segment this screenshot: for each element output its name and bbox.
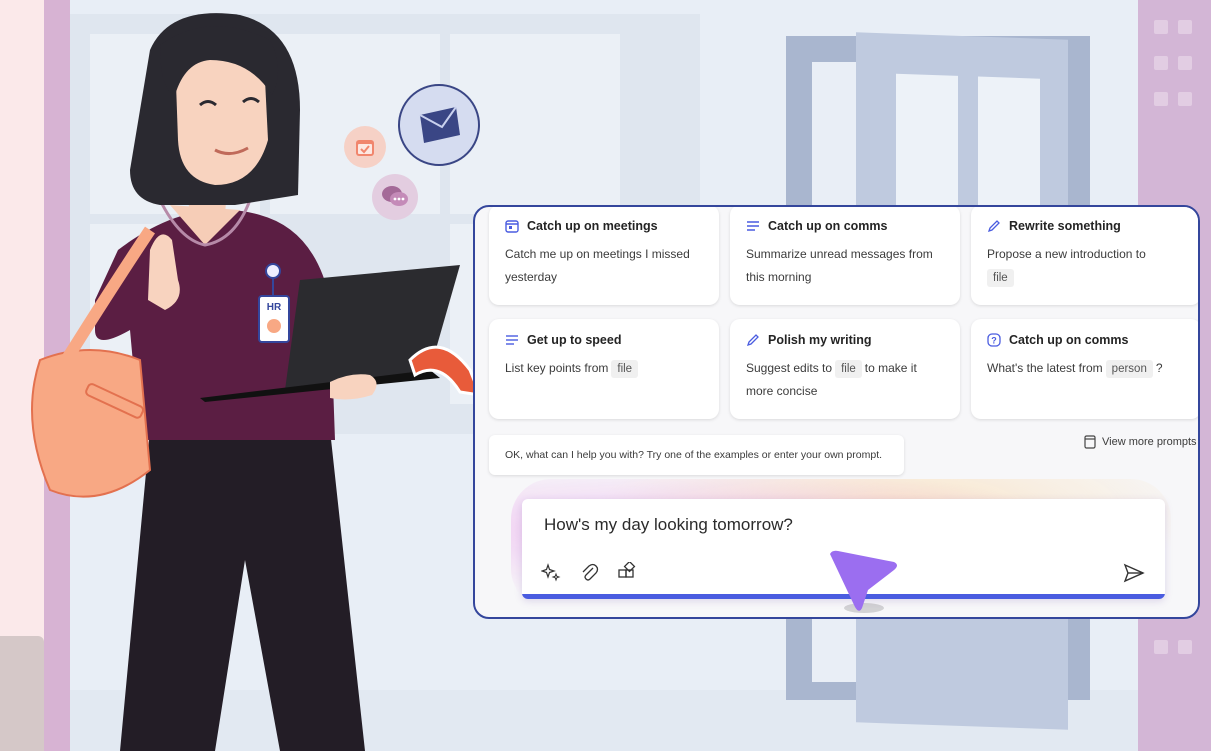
file-chip[interactable]: file: [835, 360, 862, 378]
svg-text:?: ?: [991, 336, 997, 346]
prompt-card-catch-up-meetings[interactable]: Catch up on meetings Catch me up on meet…: [489, 207, 719, 305]
card-title: Catch up on comms: [768, 219, 888, 233]
card-body: List key points from: [505, 361, 609, 375]
card-body: Propose a new introduction to: [987, 247, 1146, 261]
prompt-card-rewrite-something[interactable]: Rewrite something Propose a new introduc…: [971, 207, 1198, 305]
apps-grid-icon[interactable]: [616, 561, 638, 583]
person-chip[interactable]: person: [1105, 360, 1153, 378]
pencil-icon: [987, 220, 1000, 233]
pencil-icon: [746, 334, 759, 347]
card-title: Get up to speed: [527, 333, 622, 347]
card-body-suffix: ?: [1155, 361, 1163, 375]
file-chip[interactable]: file: [987, 269, 1014, 287]
lines-icon: [747, 221, 759, 231]
sparkle-icon[interactable]: [540, 561, 562, 583]
calendar-icon: [505, 220, 519, 233]
prompt-card-catch-up-comms[interactable]: Catch up on comms Summarize unread messa…: [730, 207, 960, 305]
prompt-card-polish-writing[interactable]: Polish my writing Suggest edits to file to…: [730, 319, 960, 419]
card-title: Polish my writing: [768, 333, 872, 347]
chat-app-icon: [372, 174, 418, 220]
prompt-card-catch-up-comms-person[interactable]: ? Catch up on comms What's the latest fr…: [971, 319, 1198, 419]
view-more-label: View more prompts: [1102, 436, 1197, 448]
card-title: Catch up on meetings: [527, 219, 658, 233]
send-icon[interactable]: [1123, 563, 1145, 588]
card-title: Rewrite something: [1009, 219, 1121, 233]
view-more-prompts-link[interactable]: View more prompts: [1084, 435, 1197, 449]
attach-icon[interactable]: [578, 561, 600, 583]
badge-label: HR: [267, 302, 282, 313]
prompt-input-text[interactable]: How's my day looking tomorrow?: [544, 515, 793, 535]
lines-icon: [506, 335, 518, 345]
mouse-pointer-icon: [830, 550, 897, 613]
card-body: Catch me up on meetings I missed yesterd…: [505, 247, 690, 284]
mail-app-icon: [398, 84, 480, 166]
prompt-card-get-up-to-speed[interactable]: Get up to speed List key points from file: [489, 319, 719, 419]
card-body: What's the latest from: [987, 361, 1103, 375]
file-chip[interactable]: file: [611, 360, 639, 378]
card-body: Suggest edits to: [746, 361, 833, 375]
assistant-hint-message: OK, what can I help you with? Try one of…: [489, 435, 904, 475]
question-icon: ?: [987, 333, 1001, 347]
card-title: Catch up on comms: [1009, 333, 1129, 347]
calendar-app-icon: [344, 126, 386, 168]
book-icon: [1084, 435, 1096, 449]
card-body: Summarize unread messages from this morn…: [746, 247, 933, 284]
